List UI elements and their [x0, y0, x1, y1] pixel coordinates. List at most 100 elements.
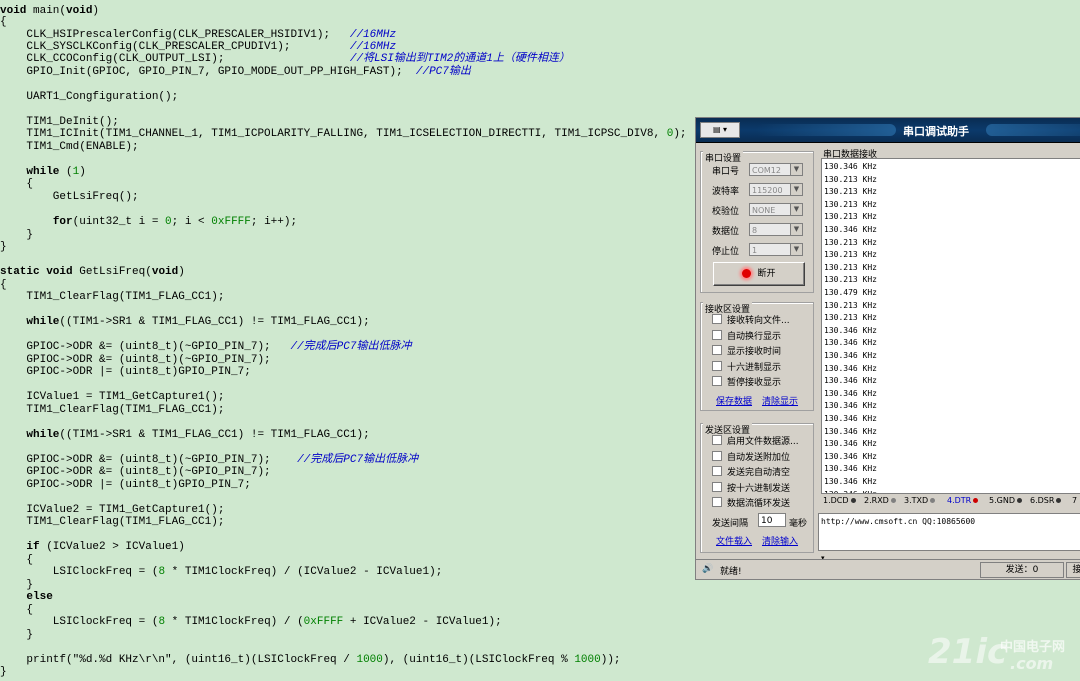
code-token: ((TIM1->SR1 & TIM1_FLAG_CC1) != TIM1_FLA… — [59, 316, 370, 328]
send-option-checkbox[interactable] — [712, 450, 722, 461]
serial-field-select[interactable]: NONE ▼ — [749, 203, 803, 216]
code-token: GPIO_Init(GPIOC, GPIO_PIN_7, GPIO_MODE_O… — [0, 66, 416, 78]
dropdown-arrow-icon[interactable]: ▼ — [790, 184, 802, 195]
dropdown-arrow-icon[interactable]: ▼ — [790, 224, 802, 235]
serial-field-value: NONE — [752, 206, 776, 215]
code-token: ICValue1 = TIM1_GetCapture1(); — [0, 391, 225, 403]
code-keyword: for — [52, 216, 73, 228]
clear-input-link[interactable]: 清除输入 — [762, 534, 798, 547]
code-line: } — [0, 629, 33, 641]
save-data-link[interactable]: 保存数据 — [716, 394, 752, 407]
serial-settings-title: 串口设置 — [703, 151, 744, 164]
receive-option-checkbox[interactable] — [712, 376, 722, 386]
receive-option-checkbox[interactable] — [712, 345, 722, 355]
receive-option-checkbox[interactable] — [712, 360, 722, 371]
code-line: TIM1_DeInit(); — [0, 116, 119, 128]
serial-field-select[interactable]: 1 ▼ — [749, 243, 803, 256]
code-line: TIM1_ClearFlag(TIM1_FLAG_CC1); — [0, 291, 224, 303]
send-option-label: 按十六进制发送 — [727, 483, 791, 494]
receive-line: 130.213 KHz — [824, 313, 877, 323]
code-token: GPIOC->ODR &= (uint8_t)(~GPIO_PIN_7); — [0, 466, 271, 478]
code-token: )); — [600, 654, 621, 666]
code-token: TIM1_ICInit(TIM1_CHANNEL_1, TIM1_ICPOLAR… — [0, 128, 667, 140]
code-line: TIM1_ICInit(TIM1_CHANNEL_1, TIM1_ICPOLAR… — [0, 128, 686, 140]
receive-line: 130.346 KHz — [824, 376, 877, 386]
serial-field-label: 校验位 — [712, 207, 740, 217]
send-interval-unit: 毫秒 — [789, 519, 808, 529]
code-line: GetLsiFreq(); — [0, 191, 139, 203]
dropdown-arrow-icon[interactable]: ▼ — [790, 204, 802, 215]
code-line: GPIO_Init(GPIOC, GPIO_PIN_7, GPIO_MODE_O… — [0, 66, 471, 78]
receive-line: 130.213 KHz — [824, 300, 877, 310]
receive-line: 130.346 KHz — [824, 225, 877, 234]
serial-field-select[interactable]: 8 ▼ — [749, 223, 803, 236]
receive-data-area[interactable]: 130.346 KHz 130.213 KHz 130.213 KHz 130.213… — [821, 158, 1080, 494]
serial-field-label: 数据位 — [712, 227, 740, 237]
pin-led-icon — [1056, 498, 1062, 503]
pin-indicator: 5.GND — [989, 496, 1022, 505]
dropdown-arrow-icon[interactable]: ▼ — [790, 164, 802, 175]
send-option-checkbox[interactable] — [712, 466, 722, 476]
system-menu-button[interactable]: ▤ ▾ — [700, 122, 740, 138]
send-interval-input[interactable]: 10 — [758, 513, 786, 527]
pin-indicator: 7 — [1072, 496, 1077, 505]
code-line: GPIOC->ODR &= (uint8_t)(~GPIO_PIN_7); //… — [0, 341, 411, 353]
code-token: GPIOC->ODR |= (uint8_t)GPIO_PIN_7; — [0, 479, 251, 491]
file-load-link[interactable]: 文件载入 — [716, 534, 752, 547]
send-option-label: 启用文件数据源... — [727, 437, 799, 447]
receive-count-partial: 接 — [1066, 562, 1080, 578]
pin-status-bar: 1.DCD 2.RXD 3.TXD 4.DTR 5.GND 6.DSR 7 — [823, 496, 1080, 508]
code-token: UART1_Congfiguration(); — [0, 91, 179, 103]
dropdown-arrow-icon[interactable]: ▼ — [790, 244, 802, 255]
serial-field-select[interactable]: COM12 ▼ — [749, 163, 803, 176]
pin-indicator: 3.TXD — [904, 496, 936, 505]
window-title: 串口调试助手 — [903, 125, 969, 138]
code-token: ( — [59, 166, 73, 178]
code-token: GPIOC->ODR &= (uint8_t)(~GPIO_PIN_7); — [0, 354, 271, 366]
code-line: for(uint32_t i = 0; i < 0xFFFF; i++); — [0, 216, 297, 228]
code-token: ) — [178, 266, 185, 278]
code-token: GPIOC->ODR &= (uint8_t)(~GPIO_PIN_7); — [0, 341, 291, 353]
system-menu-caret: ▾ — [723, 125, 728, 134]
receive-line: 130.213 KHz — [824, 199, 877, 209]
title-bar[interactable]: ▤ ▾ 串口调试助手 — [696, 118, 1080, 143]
send-data-area[interactable]: http://www.cmsoft.cn QQ:10865600 — [818, 513, 1080, 551]
disconnect-button[interactable]: 断开 — [713, 262, 805, 286]
code-line: { — [0, 604, 33, 616]
receive-line: 130.346 KHz — [824, 388, 877, 398]
clear-display-link[interactable]: 清除显示 — [762, 394, 798, 407]
code-token: TIM1_ClearFlag(TIM1_FLAG_CC1); — [0, 291, 225, 303]
serial-field-label: 波特率 — [712, 187, 740, 197]
code-token: ) — [79, 166, 86, 178]
receive-line: 130.346 KHz — [824, 464, 877, 474]
code-token: CLK_SYSCLKConfig(CLK_PRESCALER_CPUDIV1); — [0, 41, 350, 53]
code-token: } — [0, 229, 34, 241]
send-option-checkbox[interactable] — [712, 481, 722, 492]
code-token: { — [0, 178, 34, 190]
receive-line: 130.346 KHz — [824, 325, 877, 335]
code-keyword: void — [151, 266, 179, 278]
watermark-cn-text: 中国电子网 — [1000, 640, 1066, 655]
code-line: if (ICValue2 > ICValue1) — [0, 541, 184, 553]
code-line: CLK_SYSCLKConfig(CLK_PRESCALER_CPUDIV1);… — [0, 41, 396, 53]
code-comment: //完成后PC7输出低脉冲 — [297, 454, 419, 466]
code-token: } — [0, 629, 34, 641]
pin-label: 1.DCD — [823, 496, 849, 505]
code-token: printf("%d.%d KHz\r\n", (uint16_t)(LSICl… — [0, 654, 357, 666]
send-option-checkbox[interactable] — [712, 497, 722, 507]
send-option-checkbox[interactable] — [712, 435, 722, 445]
code-line: GPIOC->ODR |= (uint8_t)GPIO_PIN_7; — [0, 479, 251, 491]
serial-field-select[interactable]: 115200 ▼ — [749, 183, 803, 196]
receive-option-checkbox[interactable] — [712, 314, 722, 324]
pin-led-icon — [1016, 498, 1022, 503]
receive-line: 130.213 KHz — [824, 250, 877, 260]
pin-led-icon — [973, 498, 979, 503]
code-token: TIM1_DeInit(); — [0, 116, 119, 128]
code-number: 0 — [165, 216, 172, 228]
receive-option-checkbox[interactable] — [712, 329, 722, 340]
code-line: ICValue2 = TIM1_GetCapture1(); — [0, 504, 224, 516]
